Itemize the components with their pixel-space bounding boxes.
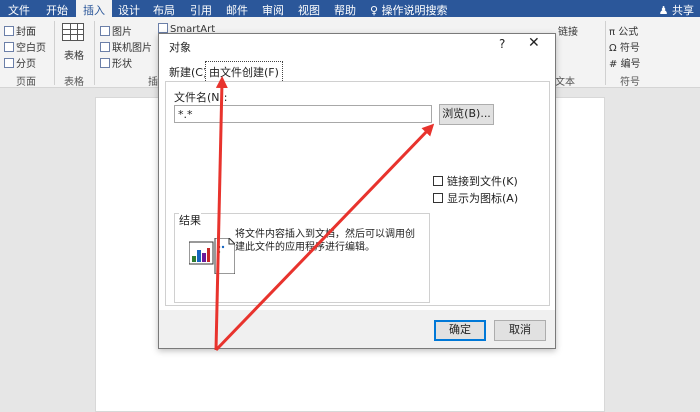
tab-create-new[interactable]: 新建(C): [169, 64, 207, 80]
display-as-icon-checkbox[interactable]: 显示为图标(A): [433, 190, 518, 206]
tab-file[interactable]: 文件: [8, 2, 30, 18]
filename-label: 文件名(N):: [174, 91, 228, 104]
object-dialog: 对象 ? ✕ 新建(C) 由文件创建(F) 文件名(N): *.* 浏览(B).…: [158, 33, 556, 349]
filename-input[interactable]: *.*: [174, 105, 432, 123]
online-picture-icon: [100, 42, 110, 52]
help-button[interactable]: ?: [499, 37, 505, 51]
cover-page-button[interactable]: 封面: [4, 23, 36, 38]
result-description: 将文件内容插入到文档，然后可以调用创建此文件的应用程序进行编辑。: [235, 229, 415, 253]
picture-icon: [100, 26, 110, 36]
tab-home[interactable]: 开始: [46, 2, 68, 18]
tab-view[interactable]: 视图: [298, 2, 320, 18]
tab-design[interactable]: 设计: [118, 2, 140, 18]
tab-layout[interactable]: 布局: [153, 2, 175, 18]
create-from-file-panel: 文件名(N): *.* 浏览(B)... 链接到文件(K) 显示为图标(A) 结…: [165, 81, 550, 306]
group-label-pages: 页面: [16, 77, 36, 88]
shapes-button[interactable]: 形状: [100, 55, 132, 70]
tab-review[interactable]: 审阅: [262, 2, 284, 18]
tab-references[interactable]: 引用: [190, 2, 212, 18]
share-button[interactable]: ♟ 共享: [659, 2, 694, 18]
equation-button[interactable]: π 公式: [609, 23, 638, 38]
smartart-icon: [158, 23, 168, 33]
table-icon[interactable]: [62, 23, 84, 41]
lightbulb-icon: ♀: [370, 4, 382, 17]
blank-page-button[interactable]: 空白页: [4, 39, 46, 54]
cancel-button[interactable]: 取消: [494, 320, 546, 341]
group-label-symbols: 符号: [620, 77, 640, 88]
online-pictures-button[interactable]: 联机图片: [100, 39, 152, 54]
pictures-button[interactable]: 图片: [100, 23, 132, 38]
shapes-icon: [100, 58, 110, 68]
browse-button[interactable]: 浏览(B)...: [439, 104, 494, 125]
omega-icon: Ω: [609, 43, 620, 54]
number-button[interactable]: # 编号: [609, 55, 641, 70]
result-label: 结果: [179, 212, 201, 228]
group-label-illustrations-partial: 插: [148, 77, 158, 88]
tab-mailings[interactable]: 邮件: [226, 2, 248, 18]
tab-create-from-file[interactable]: 由文件创建(F): [205, 61, 283, 83]
embedded-file-icon: [189, 238, 235, 274]
table-button[interactable]: 表格: [64, 47, 84, 62]
result-box: 结果 将文件内容插入到文档，然后可以调用创建此文件的应用程序进行编辑。: [174, 212, 430, 303]
ribbon-separator: [94, 21, 95, 85]
page-break-icon: [4, 58, 14, 68]
tell-me-search[interactable]: ♀ 操作说明搜索: [370, 2, 448, 18]
checkbox-icon: [433, 176, 443, 186]
pi-icon: π: [609, 27, 619, 38]
ribbon-separator: [605, 21, 606, 85]
person-icon: ♟: [658, 4, 672, 17]
links-button-partial[interactable]: 链接: [558, 23, 578, 38]
link-to-file-checkbox[interactable]: 链接到文件(K): [433, 173, 518, 189]
blank-page-icon: [4, 42, 14, 52]
tab-help[interactable]: 帮助: [334, 2, 356, 18]
close-icon[interactable]: ✕: [528, 35, 540, 51]
group-label-text-partial: 文本: [555, 77, 575, 88]
ribbon-separator: [54, 21, 55, 85]
page-break-button[interactable]: 分页: [4, 55, 36, 70]
ribbon-tab-bar: 文件 开始 插入 设计 布局 引用 邮件 审阅 视图 帮助 ♀ 操作说明搜索 ♟…: [0, 0, 700, 17]
number-icon: #: [609, 59, 621, 70]
group-label-tables: 表格: [64, 77, 84, 88]
tab-insert[interactable]: 插入: [76, 0, 112, 17]
cover-page-icon: [4, 26, 14, 36]
symbol-button[interactable]: Ω 符号: [609, 39, 640, 54]
checkbox-icon: [433, 193, 443, 203]
ok-button[interactable]: 确定: [434, 320, 486, 341]
dialog-footer: 确定 取消: [159, 310, 555, 348]
dialog-title: 对象: [169, 41, 191, 54]
